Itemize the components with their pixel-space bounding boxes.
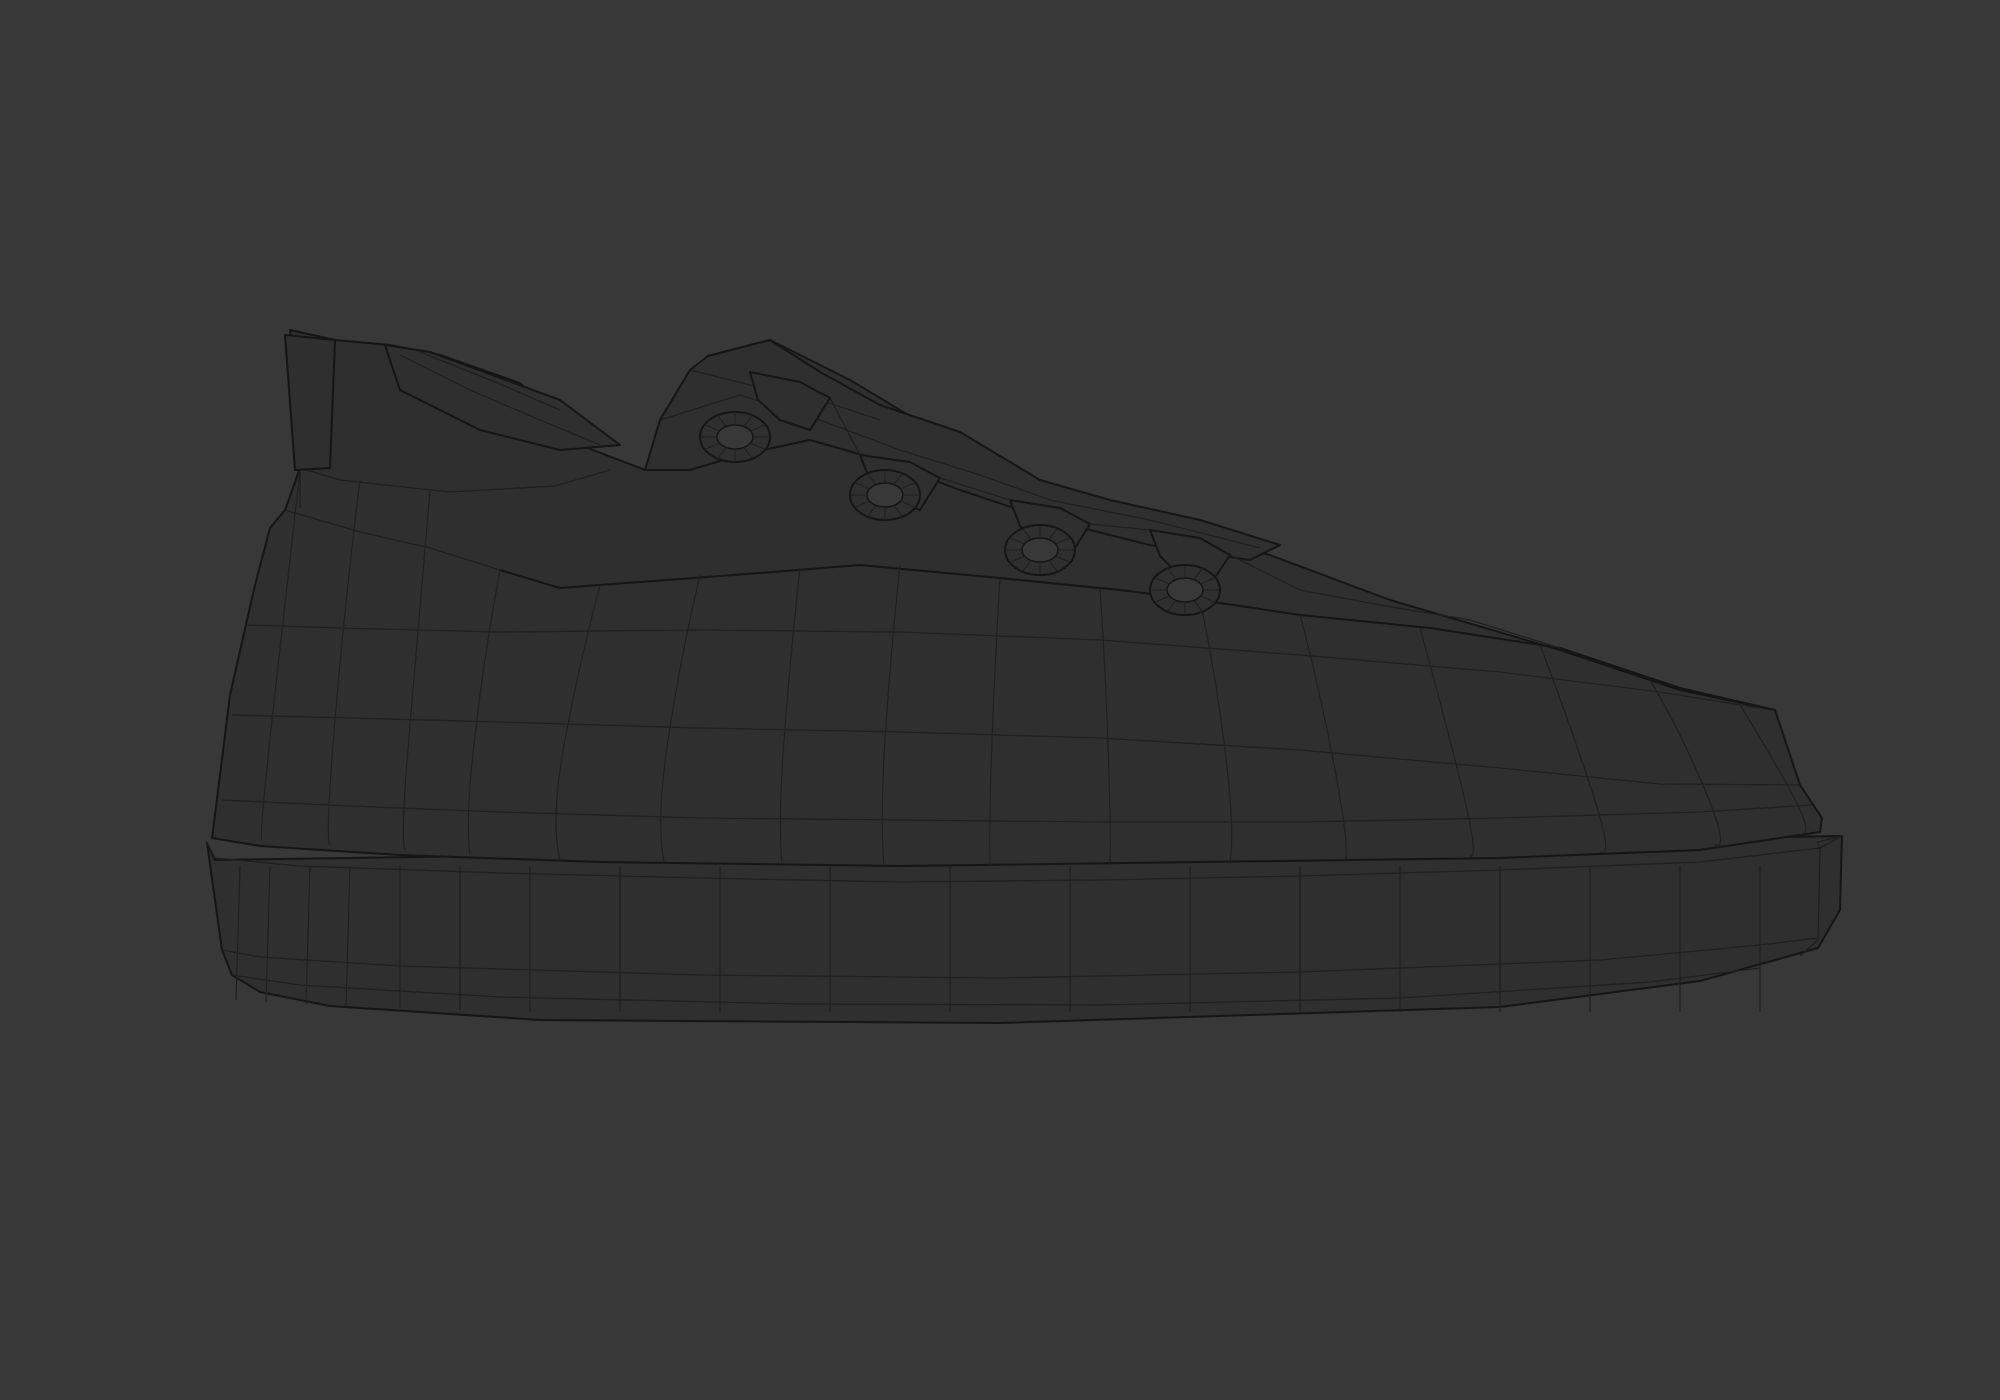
viewport-canvas[interactable] <box>0 0 2000 1400</box>
eyelet-hole <box>716 424 754 450</box>
heel-tab-shape <box>284 334 336 471</box>
eyelet-hole <box>866 482 904 508</box>
eyelet-hole <box>1021 537 1059 563</box>
3d-viewport[interactable] <box>0 0 2000 1400</box>
eyelet-hole <box>1166 577 1204 603</box>
